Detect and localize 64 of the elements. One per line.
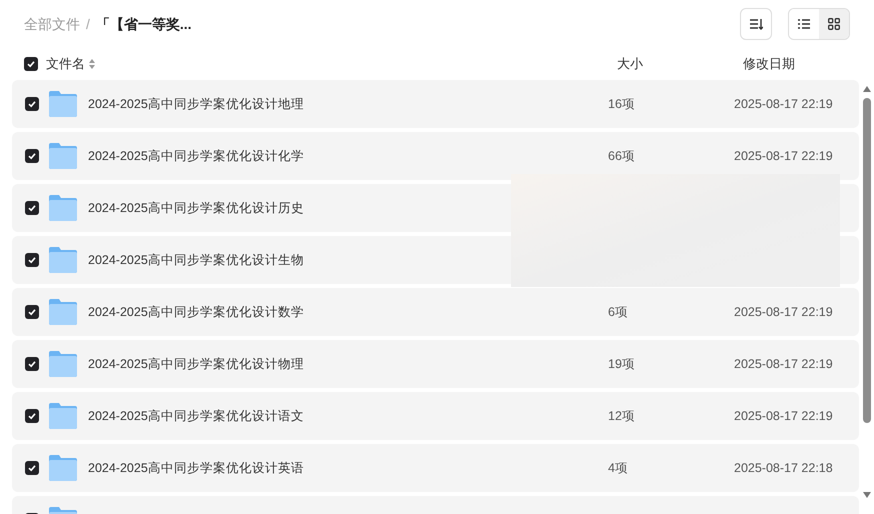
checkmark-icon — [28, 360, 36, 368]
checkmark-icon — [28, 204, 36, 212]
scroll-up-icon — [863, 86, 871, 92]
checkmark-icon — [28, 100, 36, 108]
modified-date: 2025-08-17 22:19 — [734, 356, 833, 373]
scrollbar-thumb[interactable] — [863, 98, 871, 423]
sort-arrows-icon — [89, 59, 95, 69]
folder-icon — [48, 194, 78, 222]
grid-view-button[interactable] — [819, 9, 849, 39]
item-count: 4项 — [608, 460, 629, 477]
item-count: 6项 — [608, 304, 629, 321]
checkmark-icon — [28, 256, 36, 264]
folder-icon — [48, 402, 78, 430]
checkmark-icon — [28, 152, 36, 160]
file-name[interactable]: 2024-2025高中同步学案优化设计英语 — [88, 458, 608, 478]
file-row[interactable]: 2024-2025高中同步学案优化设计数学 6项 2025-08-17 22:19 — [12, 288, 859, 336]
modified-date: 2025-08-17 22:19 — [734, 408, 833, 425]
checkbox[interactable] — [25, 461, 39, 475]
checkbox[interactable] — [24, 57, 38, 71]
checkbox[interactable] — [25, 149, 39, 163]
list-icon — [798, 19, 810, 29]
checkmark-icon — [27, 60, 35, 68]
modified-date: 2025-08-17 22:18 — [734, 460, 833, 477]
checkbox[interactable] — [25, 409, 39, 423]
size-column-header: 大小 — [617, 55, 644, 74]
name-column-header[interactable]: 文件名 — [46, 54, 85, 74]
file-row[interactable]: 2024-2025高中同步学案优化设计英语 4项 2025-08-17 22:18 — [12, 444, 859, 492]
checkbox[interactable] — [25, 97, 39, 111]
checkbox[interactable] — [25, 357, 39, 371]
breadcrumb-separator: / — [86, 14, 90, 34]
modified-date: 2025-08-17 22:19 — [734, 148, 833, 165]
file-row[interactable]: 2024-2025高中同步学案优化设计物理 19项 2025-08-17 22:19 — [12, 340, 859, 388]
checkbox[interactable] — [25, 253, 39, 267]
checkbox[interactable] — [25, 201, 39, 215]
sort-icon — [749, 18, 763, 30]
file-row[interactable]: 2024-2025高中同步学案优化设计化学 66项 2025-08-17 22:19 — [12, 132, 859, 180]
item-count: 12项 — [608, 408, 636, 425]
modified-date: 2025-08-17 22:19 — [734, 96, 833, 113]
date-column-header: 修改日期 — [743, 55, 795, 74]
checkbox[interactable] — [25, 305, 39, 319]
file-name[interactable]: 2024-2025高中同步学案优化设计地理 — [88, 94, 608, 114]
folder-icon — [48, 350, 78, 378]
checkmark-icon — [28, 464, 36, 472]
file-name[interactable]: 2024-2025高中同步学案优化设计物理 — [88, 354, 608, 374]
checkmark-icon — [28, 412, 36, 420]
folder-icon — [48, 246, 78, 274]
folder-icon — [48, 298, 78, 326]
grid-icon — [828, 18, 840, 30]
modified-date: 2025-08-17 22:19 — [734, 304, 833, 321]
folder-icon — [48, 454, 78, 482]
item-count: 19项 — [608, 356, 636, 373]
file-row[interactable]: 2024-2025高中同步学案优化设计地理 16项 2025-08-17 22:19 — [12, 80, 859, 128]
file-row[interactable]: 2024-2025高中同步学案优化设计语文 12项 2025-08-17 22:19 — [12, 392, 859, 440]
item-count: 16项 — [608, 96, 636, 113]
folder-icon — [48, 142, 78, 170]
scroll-down-icon — [863, 492, 871, 498]
folder-icon — [48, 90, 78, 118]
file-name[interactable]: 2024-2025高中同步学案优化设计数学 — [88, 302, 608, 322]
checkmark-icon — [28, 308, 36, 316]
file-name[interactable]: 2024-2025高中同步学案优化设计化学 — [88, 146, 608, 166]
sort-button[interactable] — [740, 8, 772, 40]
current-folder[interactable]: 「【省一等奖... — [96, 14, 192, 34]
item-count: 66项 — [608, 148, 636, 165]
file-name[interactable]: 2024-2025高中同步学案优化设计语文 — [88, 406, 608, 426]
